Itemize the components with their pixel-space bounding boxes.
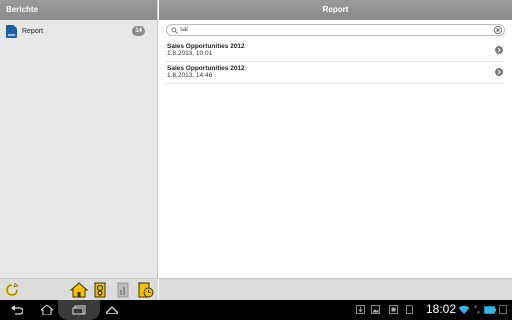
- image-notification-icon: [371, 305, 380, 314]
- wifi-icon: [458, 305, 470, 314]
- page-title: Report: [159, 0, 512, 20]
- chart-document-icon: [117, 282, 129, 298]
- settings-document-icon: [94, 282, 105, 298]
- sidebar-item-label: Report: [22, 27, 44, 35]
- status-indicator-icon: [499, 305, 507, 314]
- status-clock: 18:02: [426, 302, 457, 316]
- sidebar-header: Berichte: [0, 0, 157, 20]
- system-navigation-bar: 18:02: [0, 300, 512, 320]
- report-document-icon: [6, 24, 17, 38]
- sd-card-notification-icon: [406, 305, 413, 314]
- settings-button[interactable]: [92, 282, 108, 298]
- report-date: 1.8.2013, 10:01: [167, 50, 213, 57]
- search-box[interactable]: [166, 24, 505, 36]
- home-button[interactable]: [70, 281, 88, 299]
- clock-document-icon: [138, 282, 154, 298]
- back-button[interactable]: [10, 303, 24, 317]
- main-toolbar: [159, 278, 512, 300]
- home-nav-button[interactable]: [40, 303, 54, 317]
- report-title: Sales Opportunities 2012: [167, 65, 245, 72]
- screenshot-notification-icon: [389, 305, 398, 314]
- home-icon: [70, 282, 88, 298]
- report-date: 1.8.2013, 14:46: [167, 72, 213, 79]
- report-list: Sales Opportunities 2012 1.8.2013, 10:01…: [166, 40, 505, 84]
- back-icon: [11, 305, 23, 315]
- chevron-up-icon: [105, 306, 119, 314]
- home-nav-icon: [41, 305, 53, 315]
- search-icon: [171, 27, 178, 34]
- app-window: Berichte Report 14 Report sal Sales Oppo…: [0, 0, 512, 320]
- count-badge: 14: [132, 26, 145, 36]
- list-item[interactable]: Sales Opportunities 2012 1.8.2013, 14:46: [166, 62, 505, 84]
- main-pane: Report Sales Opportunities 2012 1.8.2013…: [159, 0, 512, 300]
- sidebar-toolbar: [0, 278, 158, 300]
- signal-arrows-icon: [474, 305, 480, 314]
- chart-button[interactable]: [115, 282, 131, 298]
- chevron-right-icon: [495, 46, 503, 54]
- sidebar-item-report[interactable]: Report 14: [0, 20, 157, 42]
- battery-icon: [484, 306, 496, 314]
- report-title: Sales Opportunities 2012: [167, 43, 245, 50]
- recent-apps-button[interactable]: [58, 300, 100, 320]
- schedule-button[interactable]: [138, 282, 154, 298]
- sidebar: Berichte Report 14: [0, 0, 158, 300]
- search-input[interactable]: [180, 25, 480, 35]
- sync-button[interactable]: [4, 282, 20, 298]
- sync-icon: [5, 283, 19, 297]
- clear-search-icon[interactable]: [494, 26, 502, 34]
- download-notification-icon: [356, 305, 365, 314]
- recent-apps-icon: [72, 305, 86, 315]
- menu-up-button[interactable]: [104, 303, 120, 317]
- list-item[interactable]: Sales Opportunities 2012 1.8.2013, 10:01: [166, 40, 505, 62]
- chevron-right-icon: [495, 68, 503, 76]
